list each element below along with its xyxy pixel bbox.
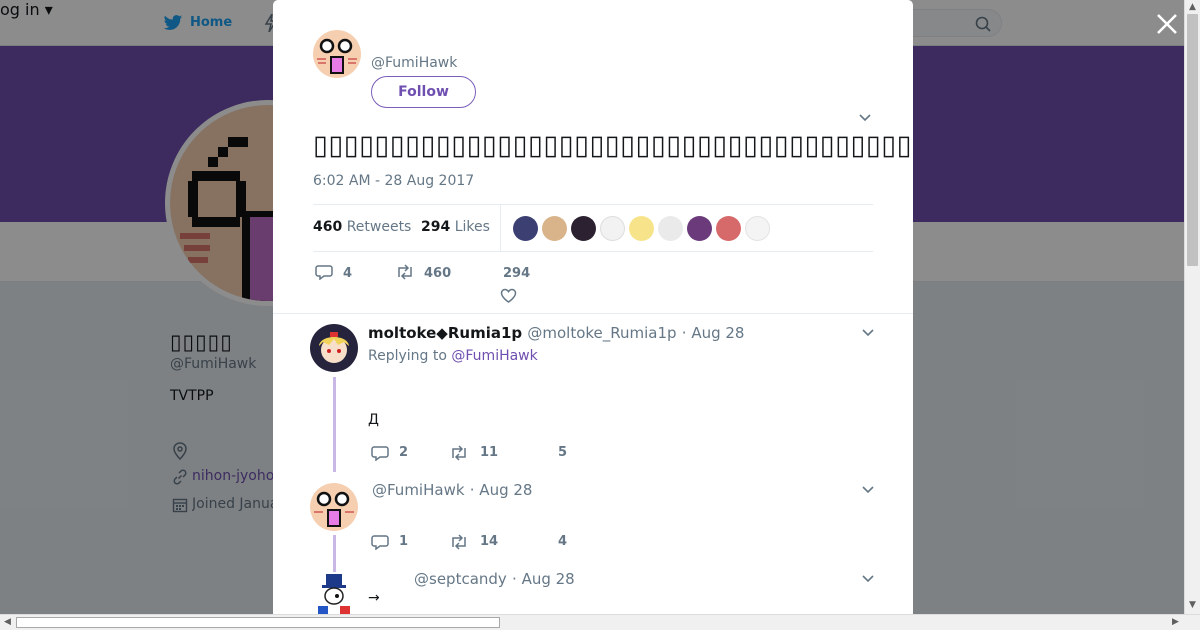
reply-handle[interactable]: @moltoke_Rumia1p bbox=[527, 324, 676, 342]
reply-body: → bbox=[368, 590, 380, 606]
replying-to-link[interactable]: @FumiHawk bbox=[451, 348, 537, 364]
reply-avatar[interactable] bbox=[310, 483, 358, 531]
tweet-permalink-modal: @FumiHawk Follow ▯▯▯▯▯▯▯▯▯▯▯▯▯▯▯▯▯▯▯▯▯▯▯… bbox=[273, 0, 913, 614]
scroll-down-arrow-icon[interactable]: ▼ bbox=[1189, 600, 1196, 610]
author-handle[interactable]: @FumiHawk bbox=[371, 55, 457, 71]
close-icon[interactable] bbox=[1154, 11, 1180, 37]
replying-to-prefix: Replying to bbox=[368, 348, 447, 364]
tweet-timestamp[interactable]: 6:02 AM - 28 Aug 2017 bbox=[313, 173, 474, 189]
reply-count[interactable]: 4 bbox=[343, 266, 352, 281]
like-count[interactable]: 294 bbox=[503, 266, 530, 281]
vertical-scrollbar[interactable]: ▲ ▼ bbox=[1184, 0, 1200, 614]
heart-icon[interactable] bbox=[500, 288, 517, 304]
chevron-down-icon[interactable] bbox=[858, 113, 872, 123]
like-count[interactable]: 5 bbox=[558, 445, 567, 460]
thread-line bbox=[333, 535, 336, 575]
tweet-actions: 4 460 294 bbox=[313, 262, 873, 306]
author-avatar[interactable] bbox=[313, 30, 361, 78]
reply-display-name[interactable]: moltoke◆Rumia1p bbox=[368, 324, 522, 342]
liker-avatar[interactable] bbox=[513, 216, 538, 241]
reply-count[interactable]: 2 bbox=[399, 445, 408, 460]
like-count[interactable]: 4 bbox=[558, 534, 567, 549]
replying-to: Replying to @FumiHawk bbox=[368, 348, 538, 364]
chevron-down-icon[interactable] bbox=[861, 485, 875, 495]
retweet-count[interactable]: 11 bbox=[480, 445, 498, 460]
retweet-count[interactable]: 460 bbox=[424, 266, 451, 281]
horizontal-scrollbar[interactable]: ◀ ▶ bbox=[0, 614, 1200, 630]
tweet-stats: 460 Retweets 294 Likes bbox=[313, 204, 873, 252]
anime-avatar-icon bbox=[319, 332, 349, 363]
thread-line bbox=[333, 377, 336, 472]
liker-avatar[interactable] bbox=[542, 216, 567, 241]
reply-body: Д bbox=[368, 412, 379, 428]
tweet-divider bbox=[273, 313, 913, 314]
follow-button[interactable]: Follow bbox=[371, 76, 476, 108]
reply-date[interactable]: · Aug 28 bbox=[470, 481, 533, 499]
horizontal-scroll-thumb[interactable] bbox=[16, 617, 500, 628]
likes-stat[interactable]: 294 Likes bbox=[421, 219, 490, 235]
chevron-down-icon[interactable] bbox=[861, 574, 875, 584]
liker-avatar[interactable] bbox=[687, 216, 712, 241]
reply-handle[interactable]: @FumiHawk bbox=[372, 481, 465, 499]
reply-header: @septcandy · Aug 28 bbox=[414, 570, 575, 588]
reply-avatar[interactable] bbox=[310, 324, 358, 372]
reply-icon[interactable] bbox=[371, 534, 389, 550]
retweet-icon[interactable] bbox=[395, 264, 415, 280]
liker-avatar[interactable] bbox=[600, 216, 625, 241]
liker-avatar[interactable] bbox=[716, 216, 741, 241]
retweet-icon[interactable] bbox=[449, 445, 469, 461]
scroll-left-arrow-icon[interactable]: ◀ bbox=[4, 617, 11, 627]
reply-avatar[interactable] bbox=[310, 572, 358, 614]
scroll-up-arrow-icon[interactable]: ▲ bbox=[1189, 2, 1196, 12]
scroll-right-arrow-icon[interactable]: ▶ bbox=[1172, 617, 1179, 627]
reply-date[interactable]: · Aug 28 bbox=[512, 570, 575, 588]
liker-avatar[interactable] bbox=[658, 216, 683, 241]
retweets-stat[interactable]: 460 Retweets bbox=[313, 219, 411, 235]
retweet-count[interactable]: 14 bbox=[480, 534, 498, 549]
reply-date[interactable]: · Aug 28 bbox=[682, 324, 745, 342]
vertical-scroll-thumb[interactable] bbox=[1187, 14, 1198, 266]
tweet-text: ▯▯▯▯▯▯▯▯▯▯▯▯▯▯▯▯▯▯▯▯▯▯▯▯▯▯▯▯▯▯▯▯▯▯▯▯▯▯▯▯… bbox=[313, 130, 913, 161]
reply-header: moltoke◆Rumia1p @moltoke_Rumia1p · Aug 2… bbox=[368, 324, 744, 342]
liker-avatar[interactable] bbox=[745, 216, 770, 241]
reply-icon[interactable] bbox=[315, 264, 333, 280]
liker-avatar[interactable] bbox=[629, 216, 654, 241]
reply-count[interactable]: 1 bbox=[399, 534, 408, 549]
reply-icon[interactable] bbox=[371, 445, 389, 461]
reply-handle[interactable]: @septcandy bbox=[414, 570, 507, 588]
retweet-icon[interactable] bbox=[449, 534, 469, 550]
reply-header: @FumiHawk · Aug 28 bbox=[372, 481, 532, 499]
stats-divider bbox=[500, 205, 501, 251]
chevron-down-icon[interactable] bbox=[861, 328, 875, 338]
liker-avatar[interactable] bbox=[571, 216, 596, 241]
